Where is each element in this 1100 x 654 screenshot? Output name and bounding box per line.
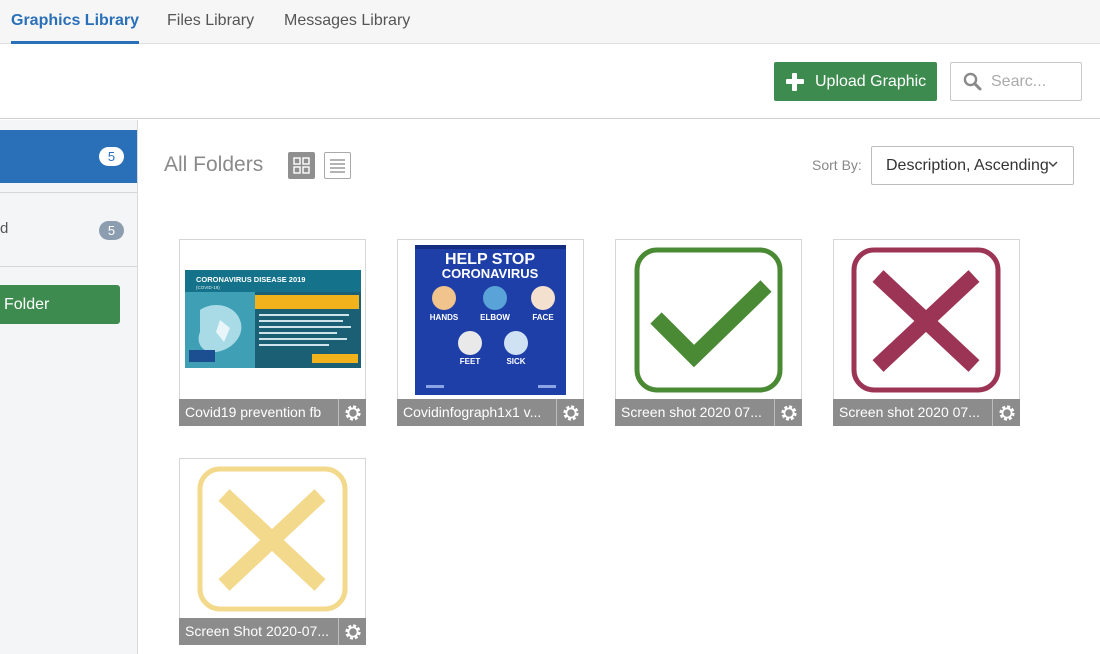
graphic-name: Covidinfograph1x1 v... [403,404,542,420]
graphic-settings-button[interactable] [774,399,802,426]
tab-files-library[interactable]: Files Library [167,0,254,44]
graphic-settings-button[interactable] [992,399,1020,426]
list-view-icon [330,159,345,173]
sort-selected-value: Description, Ascending [886,157,1049,174]
graphic-name: Covid19 prevention fb [185,404,322,420]
gear-icon [344,404,361,421]
graphic-card-footer: Screen shot 2020 07... [615,399,802,426]
graphic-card-footer: Covidinfograph1x1 v... [397,399,584,426]
checkmark-icon [634,247,783,393]
sidebar-divider [0,192,137,193]
list-view-button[interactable] [324,152,351,179]
gear-icon [780,404,797,421]
sidebar-divider [0,266,137,267]
gear-icon [344,623,361,640]
graphic-name: Screen Shot 2020-07... [185,623,329,639]
graphic-card[interactable]: Screen shot 2020 07... [615,239,802,426]
sidebar-folder-item[interactable]: d 5 [0,204,137,257]
upload-graphic-label: Upload Graphic [815,72,927,90]
page-title: All Folders [164,153,264,176]
graphic-thumbnail [616,240,801,400]
thumb-title: CORONAVIRUS DISEASE 2019 [196,275,305,284]
sidebar-folder-all[interactable]: 5 [0,130,137,183]
tab-messages-library[interactable]: Messages Library [284,0,410,44]
graphic-settings-button[interactable] [556,399,584,426]
search-icon [963,72,982,91]
graphic-thumbnail: CORONAVIRUS DISEASE 2019 (COVID-19) [180,240,365,400]
upload-graphic-button[interactable]: Upload Graphic [774,62,937,101]
thumb-item: FACE [532,313,554,322]
thumb-item: HANDS [430,313,459,322]
search-box[interactable] [950,62,1082,101]
plus-icon [786,72,804,91]
chevron-down-icon [1048,161,1058,168]
grid-view-button[interactable] [288,152,315,179]
thumb-item: FEET [460,357,481,366]
toolbar: Upload Graphic [0,44,1100,119]
graphic-card[interactable]: Screen shot 2020 07... [833,239,1020,426]
x-mark-icon [851,247,1001,393]
x-mark-icon [197,466,348,612]
graphic-card-footer: Screen shot 2020 07... [833,399,1020,426]
graphic-settings-button[interactable] [338,399,366,426]
thumb-subtitle: CORONAVIRUS [442,266,539,281]
sort-by-label: Sort By: [812,157,862,173]
folder-count-badge: 5 [99,221,124,240]
graphic-thumbnail [834,240,1019,400]
sidebar-folder-label: d [0,220,9,237]
graphic-thumbnail: HELP STOP CORONAVIRUS HANDS ELBOW FACE F… [398,240,583,400]
grid-view-icon [293,157,310,174]
graphic-name: Screen shot 2020 07... [621,404,762,420]
graphic-name: Screen shot 2020 07... [839,404,980,420]
gear-icon [998,404,1015,421]
sort-select[interactable]: Description, Ascending [871,146,1074,185]
thumb-item: ELBOW [480,313,510,322]
graphic-card-footer: Covid19 prevention fb [179,399,366,426]
graphic-thumbnail [180,459,365,619]
tab-graphics-library[interactable]: Graphics Library [11,0,140,44]
graphic-card[interactable]: Screen Shot 2020-07... [179,458,366,645]
new-folder-button[interactable]: Folder [0,285,120,324]
search-input[interactable] [991,72,1081,91]
gear-icon [562,404,579,421]
graphic-card[interactable]: CORONAVIRUS DISEASE 2019 (COVID-19) Covi… [179,239,366,426]
graphic-card[interactable]: HELP STOP CORONAVIRUS HANDS ELBOW FACE F… [397,239,584,426]
graphic-card-footer: Screen Shot 2020-07... [179,618,366,645]
folder-sidebar: 5 d 5 Folder [0,120,138,654]
folder-count-badge: 5 [99,147,124,166]
thumb-subtitle: (COVID-19) [196,285,220,290]
library-tabs: Graphics Library Files Library Messages … [0,0,1100,44]
graphic-settings-button[interactable] [338,618,366,645]
thumb-item: SICK [506,357,525,366]
